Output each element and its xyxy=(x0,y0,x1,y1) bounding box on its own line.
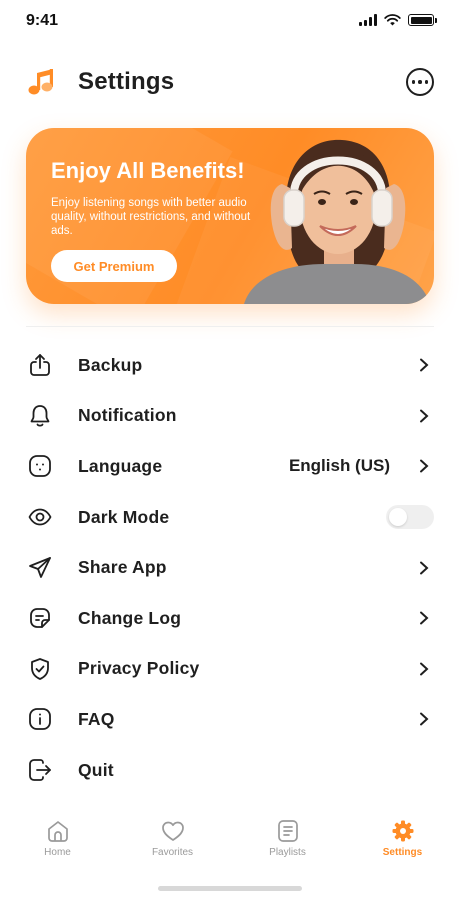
get-premium-button[interactable]: Get Premium xyxy=(51,250,177,282)
heart-icon xyxy=(161,821,184,841)
shield-check-icon xyxy=(26,655,54,683)
settings-item-quit[interactable]: Quit xyxy=(26,745,434,796)
nav-label: Playlists xyxy=(269,847,306,858)
nav-label: Favorites xyxy=(151,847,194,858)
settings-item-change-log[interactable]: Change Log xyxy=(26,593,434,644)
settings-item-label: Notification xyxy=(78,405,177,426)
status-bar: 9:41 xyxy=(0,0,460,44)
woman-with-headphones-image xyxy=(244,139,430,304)
premium-banner: Enjoy All Benefits! Enjoy listening song… xyxy=(26,128,434,304)
bottom-nav: Home Favorites Playlists Settings xyxy=(0,818,460,868)
info-icon xyxy=(26,705,54,733)
settings-item-label: FAQ xyxy=(78,708,115,729)
chevron-right-icon xyxy=(420,611,429,625)
header: Settings xyxy=(26,60,434,104)
settings-item-faq[interactable]: FAQ xyxy=(26,694,434,745)
playlist-icon xyxy=(277,820,298,842)
banner-title: Enjoy All Benefits! xyxy=(51,158,245,183)
more-horizontal-icon xyxy=(411,80,416,84)
home-icon xyxy=(47,821,68,842)
upload-icon xyxy=(26,351,54,379)
settings-item-label: Quit xyxy=(78,759,114,780)
settings-item-label: Backup xyxy=(78,354,143,375)
bell-icon xyxy=(26,402,54,430)
settings-item-label: Privacy Policy xyxy=(78,658,200,679)
banner-description: Enjoy listening songs with better audio … xyxy=(51,197,251,237)
more-options-button[interactable] xyxy=(406,68,434,96)
nav-item-settings[interactable]: Settings xyxy=(345,818,460,868)
cellular-signal-icon xyxy=(359,14,377,26)
chevron-right-icon xyxy=(420,662,429,676)
wifi-icon xyxy=(384,14,401,26)
settings-item-share-app[interactable]: Share App xyxy=(26,542,434,593)
send-icon xyxy=(26,554,54,582)
dark-mode-toggle[interactable] xyxy=(386,505,434,530)
settings-item-label: Share App xyxy=(78,557,167,578)
status-time: 9:41 xyxy=(26,12,59,29)
chevron-right-icon xyxy=(420,459,429,473)
chevron-right-icon xyxy=(420,712,429,726)
settings-item-dark-mode: Dark Mode xyxy=(26,492,434,543)
settings-list: Backup Notification Language English (US… xyxy=(26,340,434,795)
language-value: English (US) xyxy=(288,456,390,476)
gear-icon xyxy=(392,820,413,842)
nav-label: Home xyxy=(44,847,71,858)
chevron-right-icon xyxy=(420,358,429,372)
nav-item-favorites[interactable]: Favorites xyxy=(115,818,230,868)
home-indicator xyxy=(158,886,302,891)
music-note-icon xyxy=(28,69,53,95)
status-icons xyxy=(359,14,437,26)
document-icon xyxy=(26,604,54,632)
settings-item-language[interactable]: Language English (US) xyxy=(26,441,434,492)
nav-label: Settings xyxy=(382,847,423,858)
page-title: Settings xyxy=(78,68,175,95)
settings-item-notification[interactable]: Notification xyxy=(26,391,434,442)
divider xyxy=(26,326,434,327)
settings-item-backup[interactable]: Backup xyxy=(26,340,434,391)
nav-item-home[interactable]: Home xyxy=(0,818,115,868)
settings-item-label: Change Log xyxy=(78,607,182,628)
language-icon xyxy=(26,452,54,480)
eye-icon xyxy=(26,503,54,531)
nav-item-playlists[interactable]: Playlists xyxy=(230,818,345,868)
battery-icon xyxy=(408,14,437,26)
settings-item-privacy-policy[interactable]: Privacy Policy xyxy=(26,644,434,695)
chevron-right-icon xyxy=(420,561,429,575)
settings-item-label: Language xyxy=(78,455,163,476)
settings-item-label: Dark Mode xyxy=(78,506,170,527)
logout-icon xyxy=(26,756,54,784)
chevron-right-icon xyxy=(420,409,429,423)
